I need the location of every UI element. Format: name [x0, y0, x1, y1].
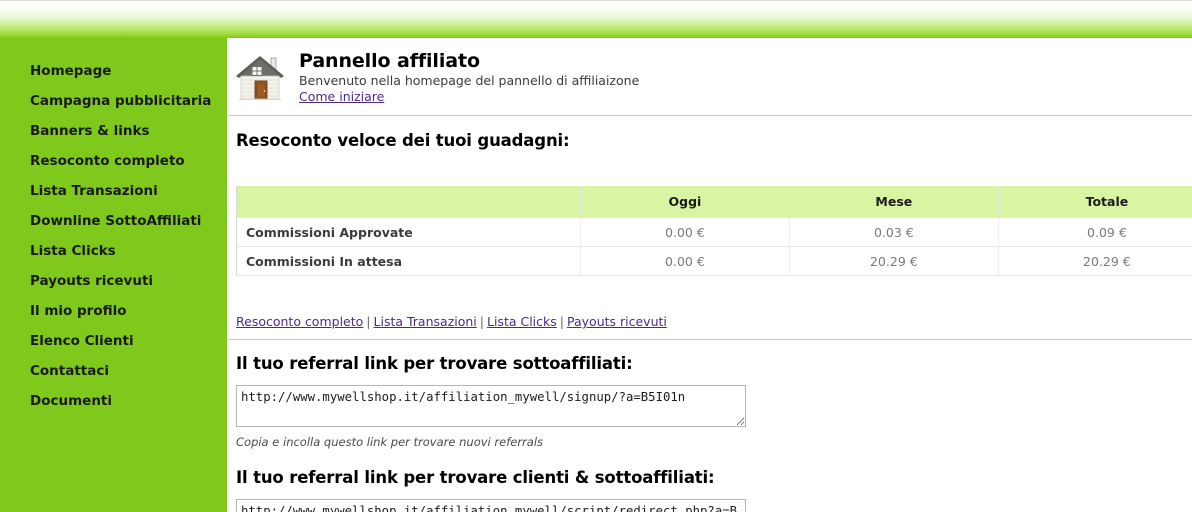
quick-link-separator: | — [366, 314, 371, 329]
referral-clients-block: Il tuo referral link per trovare clienti… — [236, 468, 746, 512]
sidebar-item-label: Lista Transazioni — [30, 183, 158, 199]
sidebar-item-banners-links[interactable]: Banners & links — [0, 116, 227, 146]
quick-link-payouts-ricevuti[interactable]: Payouts ricevuti — [567, 314, 667, 329]
page-header: Pannello affiliato Benvenuto nella homep… — [229, 38, 1192, 104]
house-icon — [236, 56, 284, 100]
cell-approvate-totale: 0.09 € — [997, 217, 1192, 247]
column-header-totale: Totale — [997, 186, 1192, 218]
sidebar-item-elenco-clienti[interactable]: Elenco Clienti — [0, 326, 227, 356]
header-text: Pannello affiliato Benvenuto nella homep… — [299, 50, 1192, 105]
referral-clients-textarea[interactable] — [236, 499, 746, 512]
sidebar-item-label: Lista Clicks — [30, 243, 116, 259]
page-title: Pannello affiliato — [299, 50, 480, 72]
column-header-mese: Mese — [788, 186, 999, 218]
quick-links-bar: Resoconto completo | Lista Transazioni | Lis… — [236, 314, 667, 329]
sidebar-item-resoconto-completo[interactable]: Resoconto completo — [0, 146, 227, 176]
column-header-oggi: Oggi — [579, 186, 790, 218]
cell-approvate-oggi: 0.00 € — [579, 217, 790, 247]
cell-attesa-mese: 20.29 € — [788, 246, 999, 276]
row-label-commissioni-in-attesa: Commissioni In attesa — [236, 246, 581, 276]
sidebar-item-label: Homepage — [30, 63, 112, 79]
sidebar-item-payouts-ricevuti[interactable]: Payouts ricevuti — [0, 266, 227, 296]
cell-attesa-totale: 20.29 € — [997, 246, 1192, 276]
sidebar-item-label: Elenco Clienti — [30, 333, 134, 349]
earnings-table: Oggi Mese Totale Commissioni Approvate 0… — [236, 186, 1192, 276]
top-gradient-banner — [0, 0, 1192, 38]
sidebar-item-il-mio-profilo[interactable]: Il mio profilo — [0, 296, 227, 326]
table-head: Oggi Mese Totale — [236, 186, 1192, 218]
table-header-row: Oggi Mese Totale — [236, 186, 1192, 218]
sidebar-item-label: Payouts ricevuti — [30, 273, 154, 289]
sidebar-item-label: Il mio profilo — [30, 303, 127, 319]
quick-link-lista-transazioni[interactable]: Lista Transazioni — [374, 314, 477, 329]
quick-link-separator: | — [559, 314, 565, 329]
header-divider — [229, 115, 1192, 116]
section-divider — [229, 339, 1192, 340]
sidebar: Homepage Campagna pubblicitaria Banners … — [0, 38, 228, 512]
page-subtitle: Benvenuto nella homepage del pannello di… — [299, 73, 640, 88]
sidebar-nav: Homepage Campagna pubblicitaria Banners … — [0, 38, 227, 416]
table-row: Commissioni In attesa 0.00 € 20.29 € 20.… — [236, 246, 1192, 276]
sidebar-item-lista-transazioni[interactable]: Lista Transazioni — [0, 176, 227, 206]
sidebar-item-campagna-pubblicitaria[interactable]: Campagna pubblicitaria — [0, 86, 227, 116]
sidebar-item-label: Downline SottoAffiliati — [30, 213, 202, 229]
referral-subaffiliates-hint: Copia e incolla questo link per trovare … — [236, 435, 544, 449]
sidebar-item-label: Resoconto completo — [30, 153, 185, 169]
sidebar-item-documenti[interactable]: Documenti — [0, 386, 227, 416]
sidebar-item-downline-sottoaffiliati[interactable]: Downline SottoAffiliati — [0, 206, 227, 236]
table-row: Commissioni Approvate 0.00 € 0.03 € 0.09… — [236, 217, 1192, 247]
main-content: Pannello affiliato Benvenuto nella homep… — [229, 38, 1192, 512]
come-iniziare-link[interactable]: Come iniziare — [299, 89, 384, 104]
referral-clients-title: Il tuo referral link per trovare clienti… — [236, 468, 715, 487]
referral-subaffiliates-title: Il tuo referral link per trovare sottoaf… — [236, 354, 633, 373]
referral-subaffiliates-block: Il tuo referral link per trovare sottoaf… — [236, 354, 746, 449]
referral-subaffiliates-textarea[interactable] — [236, 385, 746, 427]
quick-link-separator: | — [479, 314, 484, 329]
sidebar-item-lista-clicks[interactable]: Lista Clicks — [0, 236, 227, 266]
cell-approvate-mese: 0.03 € — [788, 217, 999, 247]
quick-link-lista-clicks[interactable]: Lista Clicks — [487, 314, 557, 329]
cell-attesa-oggi: 0.00 € — [579, 246, 790, 276]
sidebar-item-label: Campagna pubblicitaria — [30, 93, 212, 109]
sidebar-item-label: Documenti — [30, 393, 113, 409]
sidebar-item-label: Banners & links — [30, 123, 150, 139]
table-body: Commissioni Approvate 0.00 € 0.03 € 0.09… — [236, 217, 1192, 276]
column-header-blank — [236, 186, 581, 218]
row-label-commissioni-approvate: Commissioni Approvate — [236, 217, 581, 247]
earnings-section-title: Resoconto veloce dei tuoi guadagni: — [236, 131, 570, 150]
sidebar-item-label: Contattaci — [30, 363, 110, 379]
sidebar-item-contattaci[interactable]: Contattaci — [0, 356, 227, 386]
quick-link-resoconto-completo[interactable]: Resoconto completo — [236, 314, 363, 329]
sidebar-item-homepage[interactable]: Homepage — [0, 56, 227, 86]
